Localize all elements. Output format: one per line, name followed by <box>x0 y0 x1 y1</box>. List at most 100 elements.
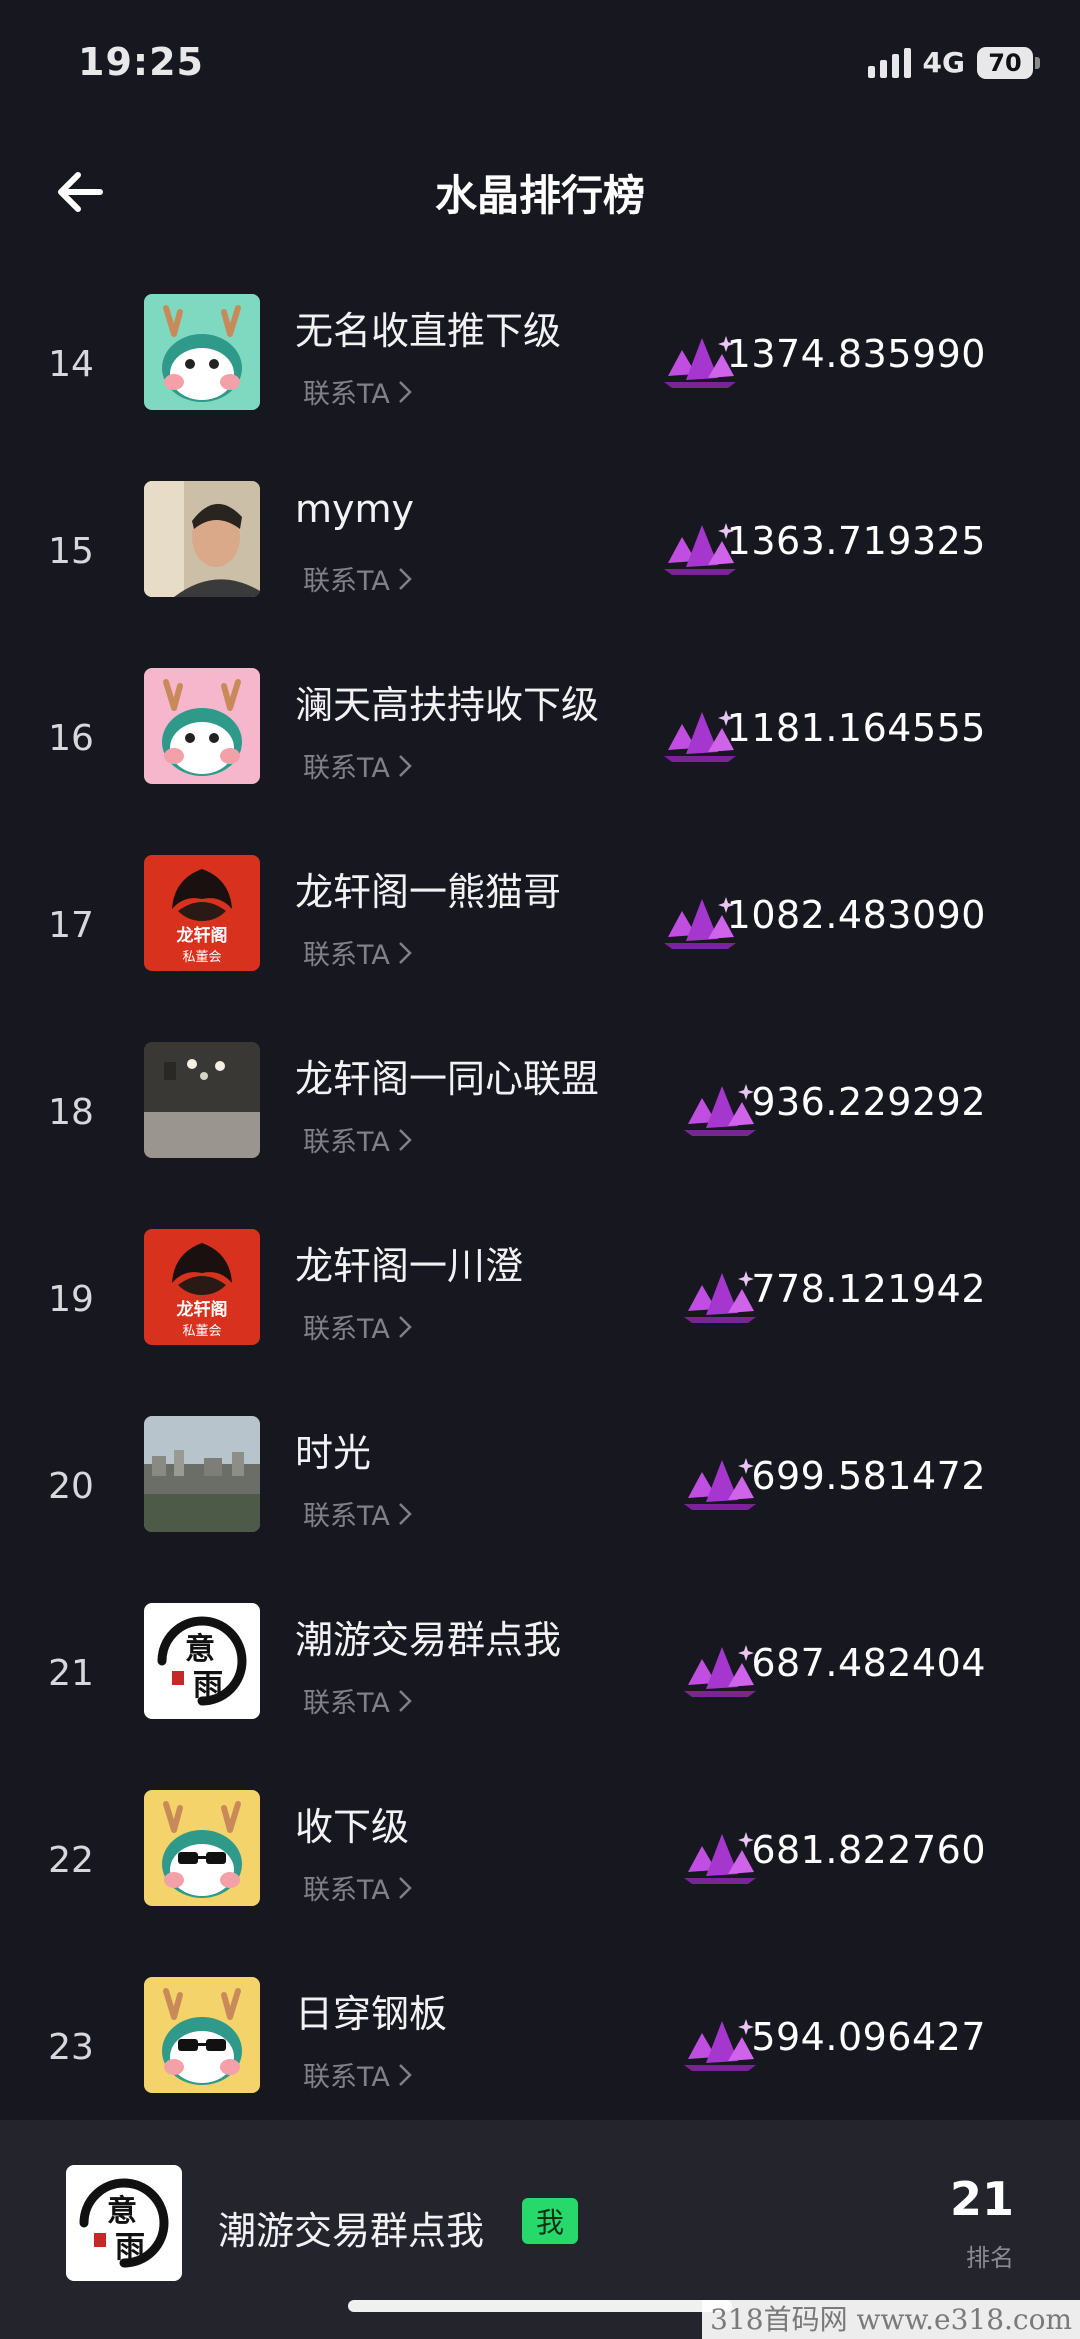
crystal-icon <box>684 1084 756 1136</box>
me-badge: 我 <box>522 2198 578 2244</box>
contact-link[interactable]: 联系TA <box>303 372 414 411</box>
my-rank-label: 排名 <box>966 2244 1014 2272</box>
rank-number: 20 <box>48 1466 94 1507</box>
logo-char-2: 雨 <box>115 2230 145 2265</box>
chevron-right-icon <box>398 941 412 964</box>
user-name: 无名收直推下级 <box>295 309 562 353</box>
rank-number: 15 <box>48 531 94 572</box>
my-avatar[interactable]: 意 雨 <box>66 2165 182 2281</box>
my-rank: 21 <box>949 2172 1014 2226</box>
header: 水晶排行榜 <box>0 140 1080 240</box>
logo-char-1: 意 <box>107 2194 137 2229</box>
rank-number: 19 <box>48 1279 94 1320</box>
person-photo-avatar[interactable] <box>144 481 260 597</box>
crystal-icon <box>684 1458 756 1510</box>
chevron-right-icon <box>398 1689 412 1712</box>
contact-label: 联系TA <box>303 1875 390 1906</box>
home-indicator[interactable] <box>348 2300 732 2312</box>
user-name: 澜天高扶持收下级 <box>295 683 600 727</box>
ranking-row[interactable]: 21 意 雨 潮游交易群点我 联系TA 687.482404 <box>0 1585 1080 1772</box>
contact-link[interactable]: 联系TA <box>303 1681 414 1720</box>
status-bar: 19:25 4G 70 <box>0 0 1080 130</box>
logo-char-1: 意 <box>185 1632 215 1667</box>
contact-label: 联系TA <box>303 1688 390 1719</box>
user-name: 龙轩阁一川澄 <box>295 1244 524 1288</box>
crystal-value: 1181.164555 <box>726 706 986 750</box>
status-time: 19:25 <box>78 40 204 84</box>
user-name: mymy <box>295 487 415 531</box>
contact-link[interactable]: 联系TA <box>303 1868 414 1907</box>
contact-label: 联系TA <box>303 1314 390 1345</box>
ranking-row[interactable]: 22 收下级 联系TA 681.822760 <box>0 1772 1080 1959</box>
ranking-row[interactable]: 14 无名收直推下级 联系TA 1374.835990 <box>0 276 1080 463</box>
rank-number: 17 <box>48 905 94 946</box>
contact-label: 联系TA <box>303 379 390 410</box>
contact-label: 联系TA <box>303 940 390 971</box>
contact-link[interactable]: 联系TA <box>303 746 414 785</box>
logo-subtext: 私董会 <box>182 950 221 965</box>
contact-label: 联系TA <box>303 1501 390 1532</box>
longxuange-logo-avatar[interactable]: 龙轩阁 私董会 <box>144 855 260 971</box>
network-type: 4G <box>922 46 965 79</box>
status-indicators: 4G 70 <box>867 46 1040 79</box>
ranking-row[interactable]: 16 澜天高扶持收下级 联系TA 1181.164555 <box>0 650 1080 837</box>
logo-char-2: 雨 <box>193 1668 223 1703</box>
crystal-value: 681.822760 <box>751 1828 986 1872</box>
chevron-right-icon <box>398 380 412 403</box>
city-photo-avatar[interactable] <box>144 1416 260 1532</box>
my-name: 潮游交易群点我 <box>218 2209 485 2253</box>
user-name: 龙轩阁一同心联盟 <box>295 1057 600 1101</box>
user-name: 日穿钢板 <box>295 1992 448 2036</box>
chevron-right-icon <box>398 1876 412 1899</box>
chevron-right-icon <box>398 754 412 777</box>
user-name: 龙轩阁一熊猫哥 <box>295 870 562 914</box>
user-name: 时光 <box>295 1431 372 1475</box>
chevron-right-icon <box>398 567 412 590</box>
page-title: 水晶排行榜 <box>434 171 645 220</box>
ranking-row[interactable]: 17 龙轩阁 私董会 龙轩阁一熊猫哥 联系TA 1082.483090 <box>0 837 1080 1024</box>
ranking-list: 14 无名收直推下级 联系TA 1374.835990 15 mymy 联系TA… <box>0 276 1080 2146</box>
crystal-value: 687.482404 <box>751 1641 986 1685</box>
chevron-right-icon <box>398 2063 412 2086</box>
dragon-mint-avatar-icon[interactable] <box>144 294 260 410</box>
contact-link[interactable]: 联系TA <box>303 1494 414 1533</box>
rank-number: 18 <box>48 1092 94 1133</box>
crystal-value: 1374.835990 <box>726 332 986 376</box>
crystal-icon <box>684 2019 756 2071</box>
contact-link[interactable]: 联系TA <box>303 1120 414 1159</box>
dark-photo-avatar[interactable] <box>144 1042 260 1158</box>
rank-number: 14 <box>48 344 94 385</box>
rank-number: 16 <box>48 718 94 759</box>
crystal-value: 1082.483090 <box>726 893 986 937</box>
ranking-row[interactable]: 23 日穿钢板 联系TA 594.096427 <box>0 1959 1080 2146</box>
yiyu-logo-avatar[interactable]: 意 雨 <box>144 1603 260 1719</box>
ranking-row[interactable]: 19 龙轩阁 私董会 龙轩阁一川澄 联系TA 778.121942 <box>0 1211 1080 1398</box>
contact-link[interactable]: 联系TA <box>303 2055 414 2094</box>
contact-link[interactable]: 联系TA <box>303 559 414 598</box>
dragon-pink-avatar-icon[interactable] <box>144 668 260 784</box>
dragon-sunglasses-avatar-icon[interactable] <box>144 1977 260 2093</box>
ranking-row[interactable]: 18 龙轩阁一同心联盟 联系TA 936.229292 <box>0 1024 1080 1211</box>
chevron-right-icon <box>398 1502 412 1525</box>
crystal-value: 778.121942 <box>751 1267 986 1311</box>
user-name: 收下级 <box>295 1805 410 1849</box>
logo-text: 龙轩阁 <box>176 925 228 946</box>
contact-label: 联系TA <box>303 753 390 784</box>
ranking-row[interactable]: 15 mymy 联系TA 1363.719325 <box>0 463 1080 650</box>
logo-subtext: 私董会 <box>182 1324 221 1339</box>
battery-icon: 70 <box>977 46 1040 79</box>
crystal-icon <box>684 1271 756 1323</box>
chevron-right-icon <box>398 1128 412 1151</box>
crystal-icon <box>684 1832 756 1884</box>
rank-number: 21 <box>48 1653 94 1694</box>
longxuange-logo-avatar[interactable]: 龙轩阁 私董会 <box>144 1229 260 1345</box>
contact-link[interactable]: 联系TA <box>303 1307 414 1346</box>
crystal-value: 936.229292 <box>751 1080 986 1124</box>
dragon-sunglasses-avatar-icon[interactable] <box>144 1790 260 1906</box>
crystal-value: 699.581472 <box>751 1454 986 1498</box>
user-name: 潮游交易群点我 <box>295 1618 562 1662</box>
rank-number: 22 <box>48 1840 94 1881</box>
contact-label: 联系TA <box>303 1127 390 1158</box>
ranking-row[interactable]: 20 时光 联系TA 699.581472 <box>0 1398 1080 1585</box>
contact-link[interactable]: 联系TA <box>303 933 414 972</box>
